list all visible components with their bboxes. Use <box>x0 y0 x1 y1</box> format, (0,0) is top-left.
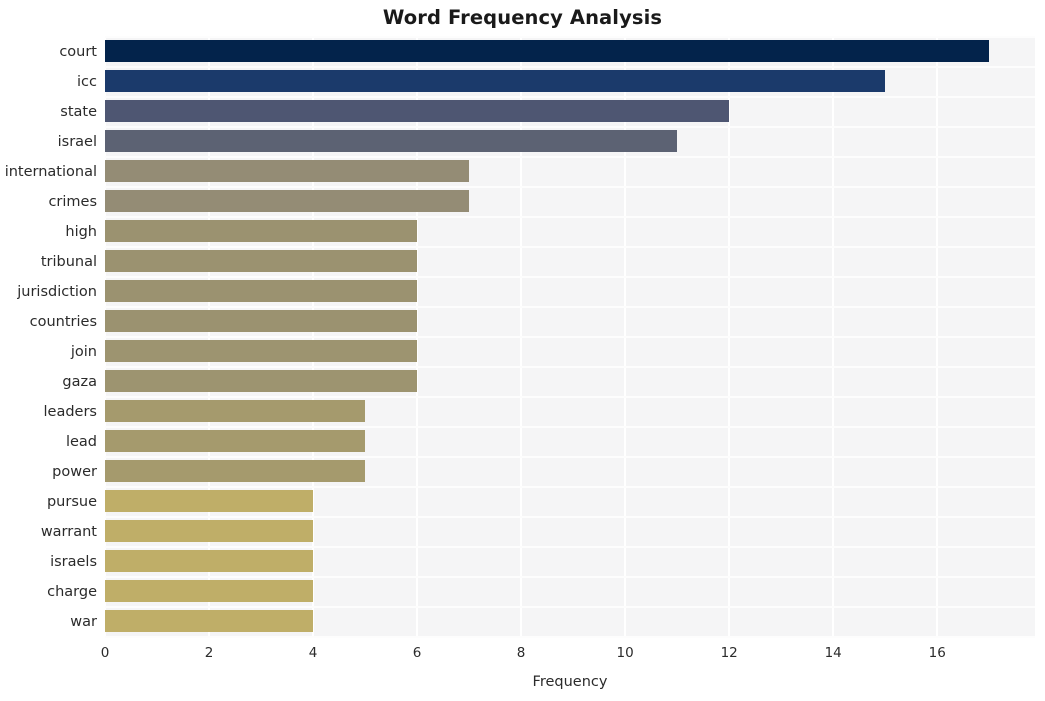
bar[interactable] <box>105 70 886 93</box>
y-axis-tick-label: warrant <box>40 524 97 540</box>
y-axis-tick-label: power <box>52 464 97 480</box>
bar[interactable] <box>105 550 314 573</box>
bar-row[interactable] <box>105 457 1035 485</box>
bar[interactable] <box>105 160 470 183</box>
bar-row[interactable] <box>105 517 1035 545</box>
bar-row[interactable] <box>105 607 1035 635</box>
bar-row[interactable] <box>105 127 1035 155</box>
y-axis-tick-label: high <box>65 224 97 240</box>
x-axis-tick-label: 0 <box>100 645 110 661</box>
y-axis-tick-label: state <box>60 104 97 120</box>
x-axis-tick-label: 4 <box>308 645 318 661</box>
y-axis-tick-label: tribunal <box>40 254 97 270</box>
y-axis-tick-label: war <box>70 614 97 630</box>
y-axis-tick-label: israels <box>50 554 97 570</box>
y-axis-tick-label: jurisdiction <box>17 284 97 300</box>
y-axis-tick-label: crimes <box>48 194 97 210</box>
x-axis-tick-labels: 0 2 4 6 8 10 12 14 16 <box>0 645 1045 667</box>
bar[interactable] <box>105 310 418 333</box>
bar[interactable] <box>105 100 730 123</box>
bar-row[interactable] <box>105 37 1035 65</box>
bar-row[interactable] <box>105 277 1035 305</box>
bar[interactable] <box>105 280 418 303</box>
x-axis-tick-label: 2 <box>204 645 214 661</box>
bar-row[interactable] <box>105 97 1035 125</box>
bar-row[interactable] <box>105 157 1035 185</box>
x-axis-title: Frequency <box>532 674 608 690</box>
y-axis-tick-label: israel <box>57 134 97 150</box>
x-axis-tick-label: 8 <box>516 645 526 661</box>
bar[interactable] <box>105 610 314 633</box>
chart-title: Word Frequency Analysis <box>382 6 663 29</box>
bar[interactable] <box>105 250 418 273</box>
y-axis-tick-label: court <box>59 44 97 60</box>
x-axis-tick-label: 14 <box>824 645 842 661</box>
x-axis-tick-label: 16 <box>928 645 946 661</box>
word-frequency-bar-chart: Word Frequency Analysis court icc state isr… <box>0 0 1045 701</box>
x-axis-tick-label: 12 <box>720 645 738 661</box>
bar[interactable] <box>105 400 366 423</box>
y-axis-tick-label: gaza <box>62 374 97 390</box>
bar[interactable] <box>105 580 314 603</box>
y-axis-tick-label: icc <box>77 74 97 90</box>
bar-row[interactable] <box>105 427 1035 455</box>
bar-row[interactable] <box>105 337 1035 365</box>
bar-row[interactable] <box>105 67 1035 95</box>
y-axis-tick-label: countries <box>29 314 97 330</box>
bar-row[interactable] <box>105 307 1035 335</box>
bar[interactable] <box>105 220 418 243</box>
bar[interactable] <box>105 490 314 513</box>
x-axis-tick-label: 10 <box>616 645 634 661</box>
bar[interactable] <box>105 190 470 213</box>
bar-row[interactable] <box>105 487 1035 515</box>
bar-row[interactable] <box>105 547 1035 575</box>
y-axis-tick-label: lead <box>65 434 97 450</box>
y-axis-tick-label: pursue <box>46 494 97 510</box>
x-axis-tick-label: 6 <box>412 645 422 661</box>
y-axis-tick-label: join <box>70 344 97 360</box>
y-axis-tick-labels: court icc state israel international crimes hi… <box>0 37 97 637</box>
horizontal-gridline <box>105 636 1035 638</box>
bar[interactable] <box>105 460 366 483</box>
bar-row[interactable] <box>105 187 1035 215</box>
y-axis-tick-label: charge <box>47 584 97 600</box>
plot-area <box>104 36 1035 638</box>
bar[interactable] <box>105 430 366 453</box>
bar-row[interactable] <box>105 247 1035 275</box>
bar-row[interactable] <box>105 577 1035 605</box>
bar[interactable] <box>105 130 678 153</box>
y-axis-tick-label: leaders <box>43 404 97 420</box>
bar-row[interactable] <box>105 217 1035 245</box>
y-axis-tick-label: international <box>4 164 97 180</box>
bar[interactable] <box>105 520 314 543</box>
bar-row[interactable] <box>105 397 1035 425</box>
bar[interactable] <box>105 40 990 63</box>
bar-row[interactable] <box>105 367 1035 395</box>
bar[interactable] <box>105 340 418 363</box>
bar[interactable] <box>105 370 418 393</box>
